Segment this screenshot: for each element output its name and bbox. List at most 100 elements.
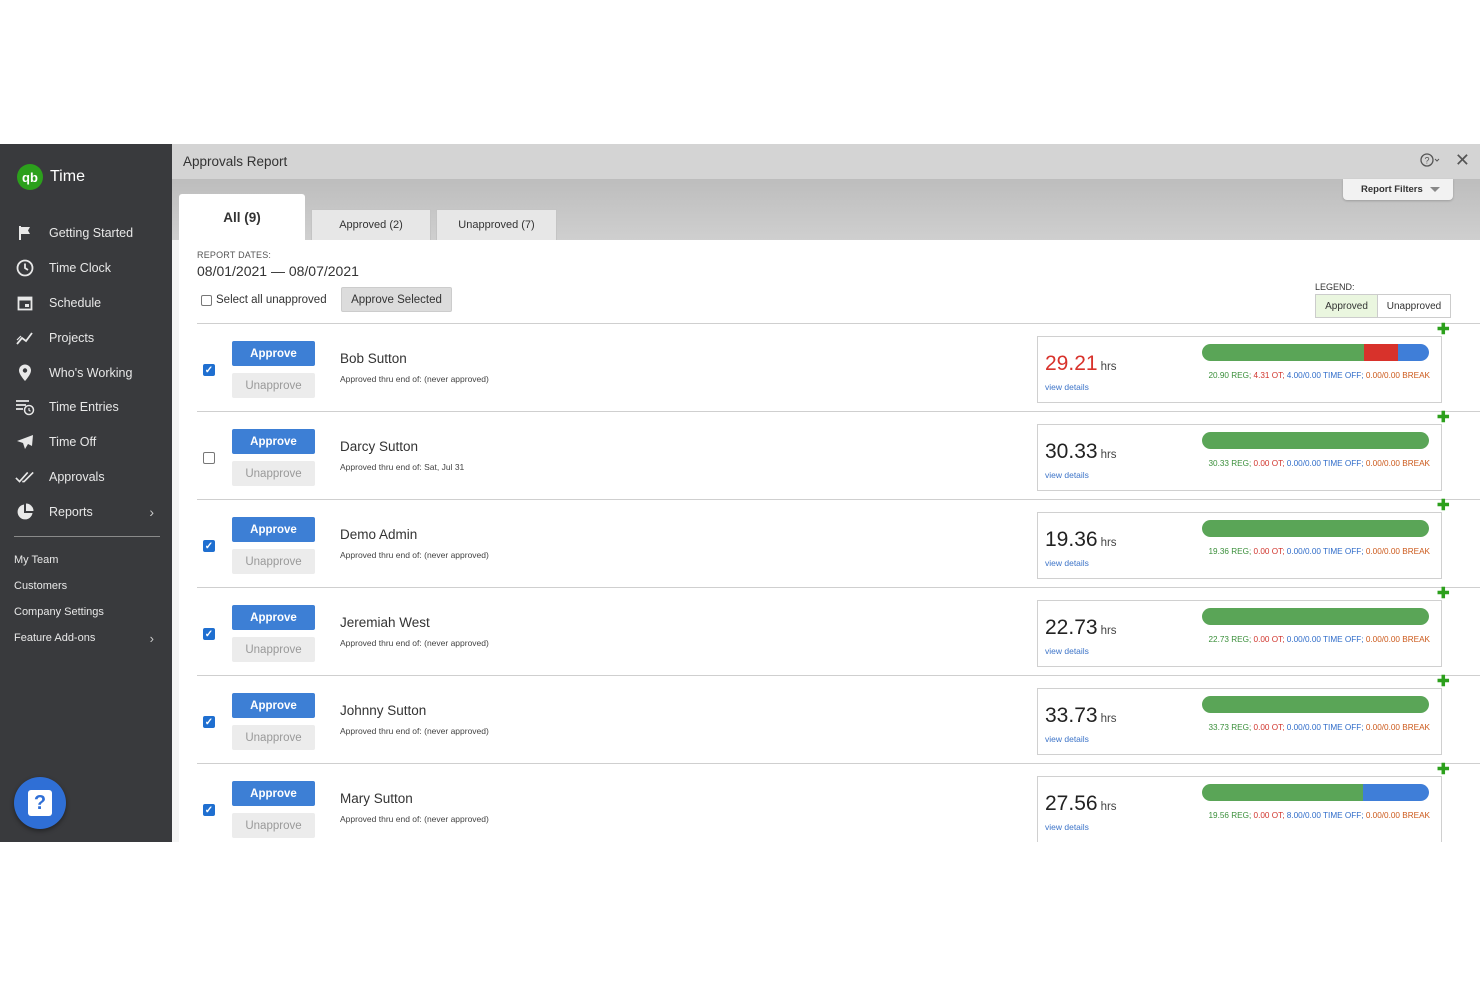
hours-value: 19.36 (1045, 528, 1098, 551)
reg-hours: 33.73 REG; (1208, 723, 1252, 732)
view-details-link[interactable]: view details (1045, 382, 1089, 392)
time-off-hours: 8.00/0.00 TIME OFF; (1286, 811, 1364, 820)
close-icon[interactable]: ✕ (1455, 150, 1470, 171)
sidebar-item-schedule[interactable]: Schedule (0, 286, 172, 321)
break-hours: 0.00/0.00 BREAK (1365, 459, 1430, 468)
employee-row: ✓ Approve Unapprove Bob Sutton Approved … (197, 320, 1480, 411)
sidebar-item-projects[interactable]: Projects (0, 320, 172, 355)
add-entry-icon[interactable]: ✚ (1437, 672, 1450, 690)
sidebar-item-label: My Team (14, 554, 59, 567)
hours-value: 22.73 (1045, 616, 1098, 639)
reg-hours: 30.33 REG; (1208, 459, 1252, 468)
help-button[interactable]: ? (14, 777, 66, 829)
add-entry-icon[interactable]: ✚ (1437, 584, 1450, 602)
sidebar-item-whos-working[interactable]: Who's Working (0, 355, 172, 390)
view-details-link[interactable]: view details (1045, 734, 1089, 744)
ot-hours: 0.00 OT; (1253, 547, 1285, 556)
unapprove-button[interactable]: Unapprove (232, 813, 315, 838)
report-date-range: 08/01/2021 — 08/07/2021 (197, 263, 359, 279)
row-checkbox[interactable]: ✓ (203, 716, 215, 728)
hours-breakdown: 22.73 REG; 0.00 OT; 0.00/0.00 TIME OFF; … (1190, 635, 1430, 644)
app-window: qb Time Getting Started Time Clock Sched… (0, 144, 1480, 842)
row-checkbox[interactable]: ✓ (203, 364, 215, 376)
approve-button[interactable]: Approve (232, 605, 315, 630)
time-off-hours: 0.00/0.00 TIME OFF; (1286, 635, 1364, 644)
unapprove-button[interactable]: Unapprove (232, 637, 315, 662)
row-checkbox[interactable]: ✓ (203, 628, 215, 640)
view-details-link[interactable]: view details (1045, 646, 1089, 656)
quickbooks-logo-icon: qb (17, 164, 43, 190)
unapprove-button[interactable]: Unapprove (232, 373, 315, 398)
add-entry-icon[interactable]: ✚ (1437, 408, 1450, 426)
sidebar-item-reports[interactable]: Reports › (0, 494, 172, 529)
help-menu-icon[interactable]: ? (1420, 153, 1440, 170)
bar-reg (1202, 696, 1429, 713)
sidebar-item-label: Approvals (49, 469, 105, 484)
add-entry-icon[interactable]: ✚ (1437, 496, 1450, 514)
row-checkbox[interactable] (203, 452, 215, 464)
employee-row: ✓ Approve Unapprove Mary Sutton Approved… (197, 760, 1480, 842)
sidebar-item-time-clock[interactable]: Time Clock (0, 251, 172, 286)
tab-approved[interactable]: Approved (2) (311, 209, 431, 240)
hours-breakdown: 30.33 REG; 0.00 OT; 0.00/0.00 TIME OFF; … (1190, 459, 1430, 468)
title-bar: Approvals Report ? ✕ (172, 144, 1480, 179)
approved-thru: Approved thru end of: (never approved) (340, 374, 489, 384)
approve-button[interactable]: Approve (232, 341, 315, 366)
hours-summary: 19.36 hrs view details 19.36 REG; 0.00 OT… (1037, 512, 1442, 579)
unapprove-button[interactable]: Unapprove (232, 461, 315, 486)
unapprove-button[interactable]: Unapprove (232, 725, 315, 750)
sidebar-item-approvals[interactable]: Approvals (0, 460, 172, 495)
sidebar-item-label: Company Settings (14, 606, 104, 619)
sidebar-item-company-settings[interactable]: Company Settings (0, 599, 172, 625)
list-clock-icon (15, 397, 35, 417)
row-checkbox[interactable]: ✓ (203, 540, 215, 552)
add-entry-icon[interactable]: ✚ (1437, 760, 1450, 778)
approve-button[interactable]: Approve (232, 517, 315, 542)
select-all-checkbox[interactable] (201, 294, 212, 306)
view-details-link[interactable]: view details (1045, 470, 1089, 480)
add-entry-icon[interactable]: ✚ (1437, 320, 1450, 338)
sidebar-item-time-entries[interactable]: Time Entries (0, 390, 172, 425)
approve-button[interactable]: Approve (232, 693, 315, 718)
sidebar-item-customers[interactable]: Customers (0, 573, 172, 599)
hours-breakdown: 33.73 REG; 0.00 OT; 0.00/0.00 TIME OFF; … (1190, 723, 1430, 732)
view-details-link[interactable]: view details (1045, 822, 1089, 832)
hours-breakdown: 20.90 REG; 4.31 OT; 4.00/0.00 TIME OFF; … (1190, 371, 1430, 380)
sidebar-item-time-off[interactable]: Time Off (0, 425, 172, 460)
sidebar-item-label: Time Off (49, 435, 97, 450)
sidebar-item-label: Feature Add-ons (14, 632, 96, 645)
select-all-unapproved[interactable]: Select all unapproved (201, 294, 327, 306)
caret-down-icon (1429, 187, 1440, 192)
sidebar-item-feature-add-ons[interactable]: Feature Add-ons › (0, 625, 172, 651)
approve-button[interactable]: Approve (232, 781, 315, 806)
tab-bar: Report Filters All (9) Approved (2) Unap… (172, 179, 1480, 240)
tab-unapproved[interactable]: Unapproved (7) (436, 209, 557, 240)
hours-bar (1202, 696, 1429, 713)
sidebar-item-getting-started[interactable]: Getting Started (0, 216, 172, 251)
approve-selected-button[interactable]: Approve Selected (341, 287, 452, 312)
total-hours: 27.56 hrs (1045, 792, 1117, 816)
hours-unit: hrs (1100, 625, 1117, 637)
sidebar-item-label: Time Entries (49, 400, 119, 415)
page-title: Approvals Report (183, 154, 288, 169)
row-checkbox[interactable]: ✓ (203, 804, 215, 816)
unapprove-button[interactable]: Unapprove (232, 549, 315, 574)
sidebar-item-label: Customers (14, 580, 68, 593)
report-filters-button[interactable]: Report Filters (1343, 179, 1453, 200)
approved-thru: Approved thru end of: (never approved) (340, 726, 489, 736)
employee-name: Demo Admin (340, 527, 418, 542)
brand[interactable]: qb Time (0, 144, 172, 210)
hours-bar (1202, 344, 1429, 361)
view-details-link[interactable]: view details (1045, 558, 1089, 568)
time-off-hours: 4.00/0.00 TIME OFF; (1286, 371, 1364, 380)
bar-reg (1202, 784, 1364, 801)
tab-all[interactable]: All (9) (179, 194, 305, 240)
sidebar-item-label: Projects (49, 330, 95, 345)
clock-icon (15, 258, 35, 278)
approve-button[interactable]: Approve (232, 429, 315, 454)
sidebar-divider (14, 536, 160, 538)
sidebar-item-my-team[interactable]: My Team (0, 547, 172, 573)
chevron-right-icon: › (149, 630, 154, 646)
bar-reg (1202, 432, 1429, 449)
hours-unit: hrs (1100, 361, 1117, 373)
